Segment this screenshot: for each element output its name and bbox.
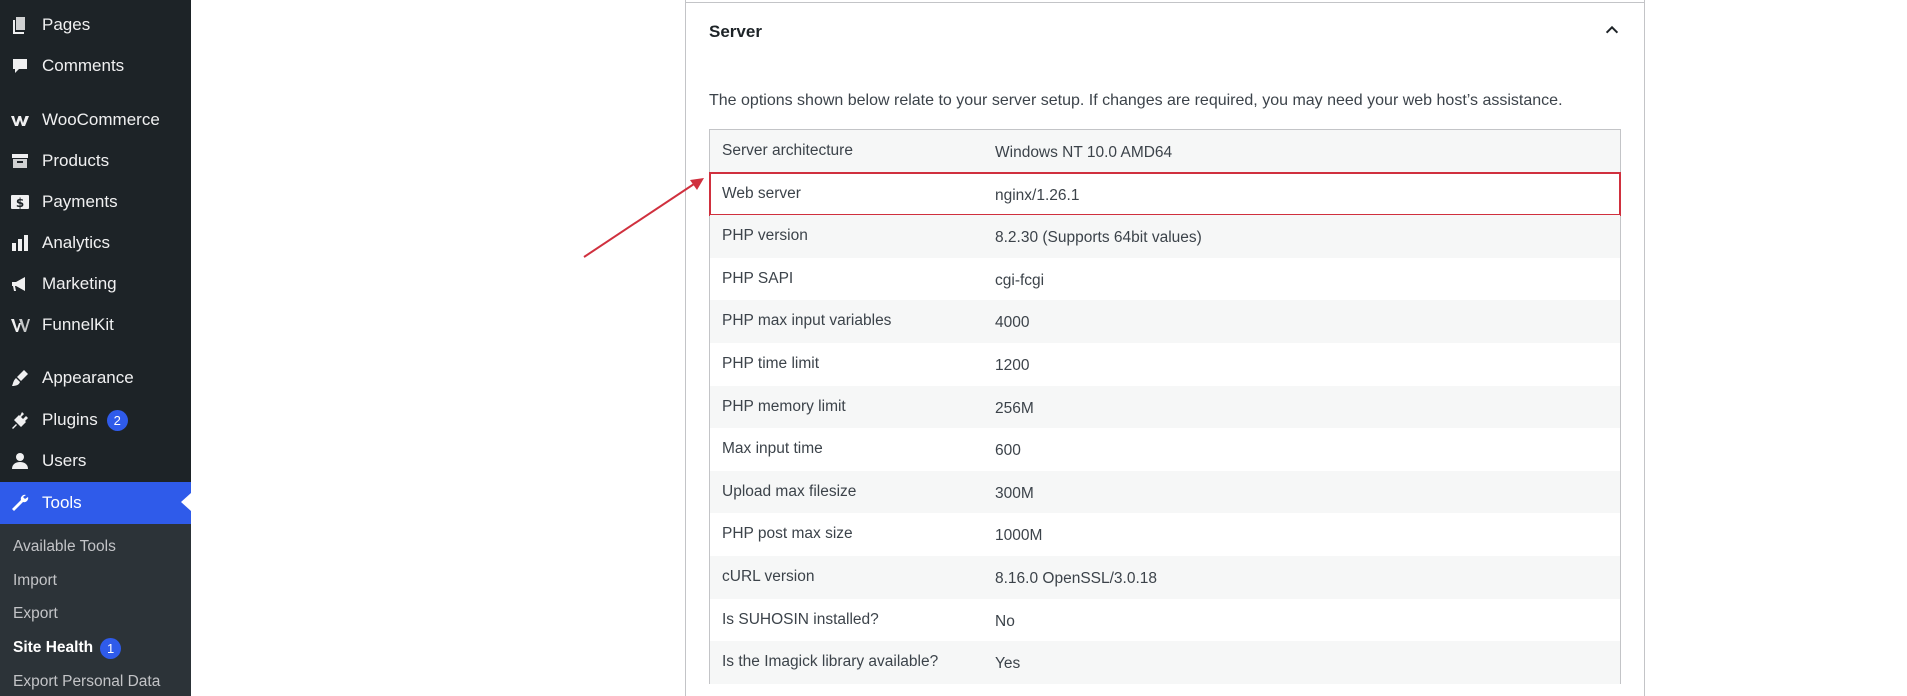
- pages-icon: [9, 14, 31, 36]
- menu-item-plugins[interactable]: Plugins 2: [0, 400, 191, 440]
- table-row: Upload max filesize 300M: [710, 470, 1620, 514]
- row-label: Server architecture: [722, 142, 853, 159]
- section-description: The options shown below relate to your s…: [709, 92, 1563, 109]
- menu-item-appearance[interactable]: Appearance: [0, 358, 191, 398]
- submenu-export[interactable]: Export: [13, 602, 58, 626]
- menu-item-payments[interactable]: $ Payments: [0, 182, 191, 222]
- chevron-up-icon[interactable]: [1603, 21, 1621, 44]
- table-row: PHP post max size 1000M: [710, 513, 1620, 556]
- row-value: 256M: [995, 399, 1034, 417]
- plugins-update-badge: 2: [106, 409, 128, 431]
- row-label: PHP time limit: [722, 354, 820, 372]
- products-icon: [9, 150, 31, 172]
- server-info-table: Server architecture Windows NT 10.0 AMD6…: [709, 129, 1621, 684]
- marketing-icon: [9, 273, 31, 295]
- table-row: PHP version 8.2.30 (Supports 64bit value…: [710, 215, 1620, 258]
- menu-item-marketing[interactable]: Marketing: [0, 264, 191, 304]
- comments-icon: [9, 55, 31, 77]
- menu-item-products[interactable]: Products: [0, 141, 191, 181]
- table-row: Max input time 600: [710, 428, 1620, 471]
- menu-item-woocommerce[interactable]: WooCommerce: [0, 100, 191, 140]
- funnelkit-icon: [9, 314, 31, 336]
- server-section-panel: Server The options shown below relate to…: [685, 0, 1645, 696]
- table-row: cURL version 8.16.0 OpenSSL/3.0.18: [710, 555, 1620, 599]
- row-value: No: [995, 612, 1015, 630]
- row-value: 8.2.30 (Supports 64bit values): [995, 229, 1202, 247]
- row-label: PHP memory limit: [722, 397, 846, 415]
- section-title: Server: [709, 22, 762, 41]
- menu-item-users[interactable]: Users: [0, 441, 191, 481]
- submenu-label: Site Health: [13, 639, 94, 656]
- row-value: 600: [995, 442, 1021, 460]
- payments-icon: $: [9, 191, 31, 213]
- menu-item-funnelkit[interactable]: FunnelKit: [0, 305, 191, 345]
- row-value: Yes: [995, 655, 1021, 673]
- row-value: 8.16.0 OpenSSL/3.0.18: [995, 569, 1158, 587]
- row-label: Upload max filesize: [722, 482, 857, 500]
- table-row: PHP SAPI cgi-fcgi: [710, 257, 1620, 301]
- plugins-icon: [9, 409, 31, 431]
- menu-label: WooCommerce: [42, 110, 160, 129]
- menu-item-pages[interactable]: Pages: [0, 5, 191, 45]
- site-health-badge: 1: [100, 637, 122, 659]
- section-header-toggle[interactable]: Server: [686, 3, 1644, 61]
- submenu-available-tools[interactable]: Available Tools: [13, 535, 116, 559]
- row-label: Is SUHOSIN installed?: [722, 610, 879, 628]
- table-row: Is SUHOSIN installed? No: [710, 598, 1620, 642]
- row-label: PHP version: [722, 227, 808, 245]
- tools-icon: [9, 492, 31, 514]
- row-label: Web server: [722, 184, 801, 202]
- menu-label: Plugins: [42, 410, 98, 429]
- menu-label: Pages: [42, 15, 91, 34]
- row-label: PHP SAPI: [722, 269, 794, 287]
- menu-label: Users: [42, 451, 87, 470]
- menu-label: Marketing: [42, 274, 117, 293]
- row-value: 1200: [995, 356, 1030, 374]
- admin-sidebar: Pages Comments WooCommerce Products $ Pa…: [0, 0, 191, 696]
- menu-label: Tools: [42, 493, 82, 512]
- submenu-import[interactable]: Import: [13, 569, 57, 593]
- menu-label: Analytics: [42, 233, 111, 252]
- row-label: cURL version: [722, 567, 815, 585]
- woocommerce-icon: [9, 109, 31, 131]
- row-label: Max input time: [722, 440, 823, 458]
- menu-item-tools[interactable]: Tools: [0, 482, 191, 524]
- row-value: Windows NT 10.0 AMD64: [995, 144, 1173, 161]
- row-value: 1000M: [995, 527, 1043, 545]
- appearance-icon: [9, 367, 31, 389]
- analytics-icon: [9, 232, 31, 254]
- svg-text:$: $: [16, 196, 24, 210]
- table-row-highlighted: Web server nginx/1.26.1: [709, 171, 1621, 217]
- menu-label: Comments: [42, 56, 125, 75]
- menu-label: Products: [42, 151, 110, 170]
- table-row: Server architecture Windows NT 10.0 AMD6…: [710, 130, 1620, 173]
- menu-item-analytics[interactable]: Analytics: [0, 223, 191, 263]
- row-value: 4000: [995, 314, 1030, 332]
- table-row: PHP memory limit 256M: [710, 385, 1620, 429]
- row-value: cgi-fcgi: [995, 271, 1045, 289]
- row-label: Is the Imagick library available?: [722, 653, 939, 671]
- row-label: PHP post max size: [722, 525, 853, 543]
- table-row: PHP time limit 1200: [710, 342, 1620, 386]
- row-value: 300M: [995, 484, 1034, 502]
- table-row: PHP max input variables 4000: [710, 300, 1620, 343]
- row-label: PHP max input variables: [722, 312, 892, 330]
- submenu-site-health[interactable]: Site Health 1: [13, 636, 122, 660]
- table-row: Is the Imagick library available? Yes: [710, 641, 1620, 684]
- menu-item-comments[interactable]: Comments: [0, 46, 191, 86]
- tools-submenu: Available Tools Import Export Site Healt…: [0, 524, 191, 696]
- menu-label: FunnelKit: [42, 315, 114, 334]
- menu-label: Appearance: [42, 368, 134, 387]
- row-value: nginx/1.26.1: [995, 186, 1080, 204]
- submenu-export-personal-data[interactable]: Export Personal Data: [13, 670, 160, 694]
- users-icon: [9, 450, 31, 472]
- menu-label: Payments: [42, 192, 118, 211]
